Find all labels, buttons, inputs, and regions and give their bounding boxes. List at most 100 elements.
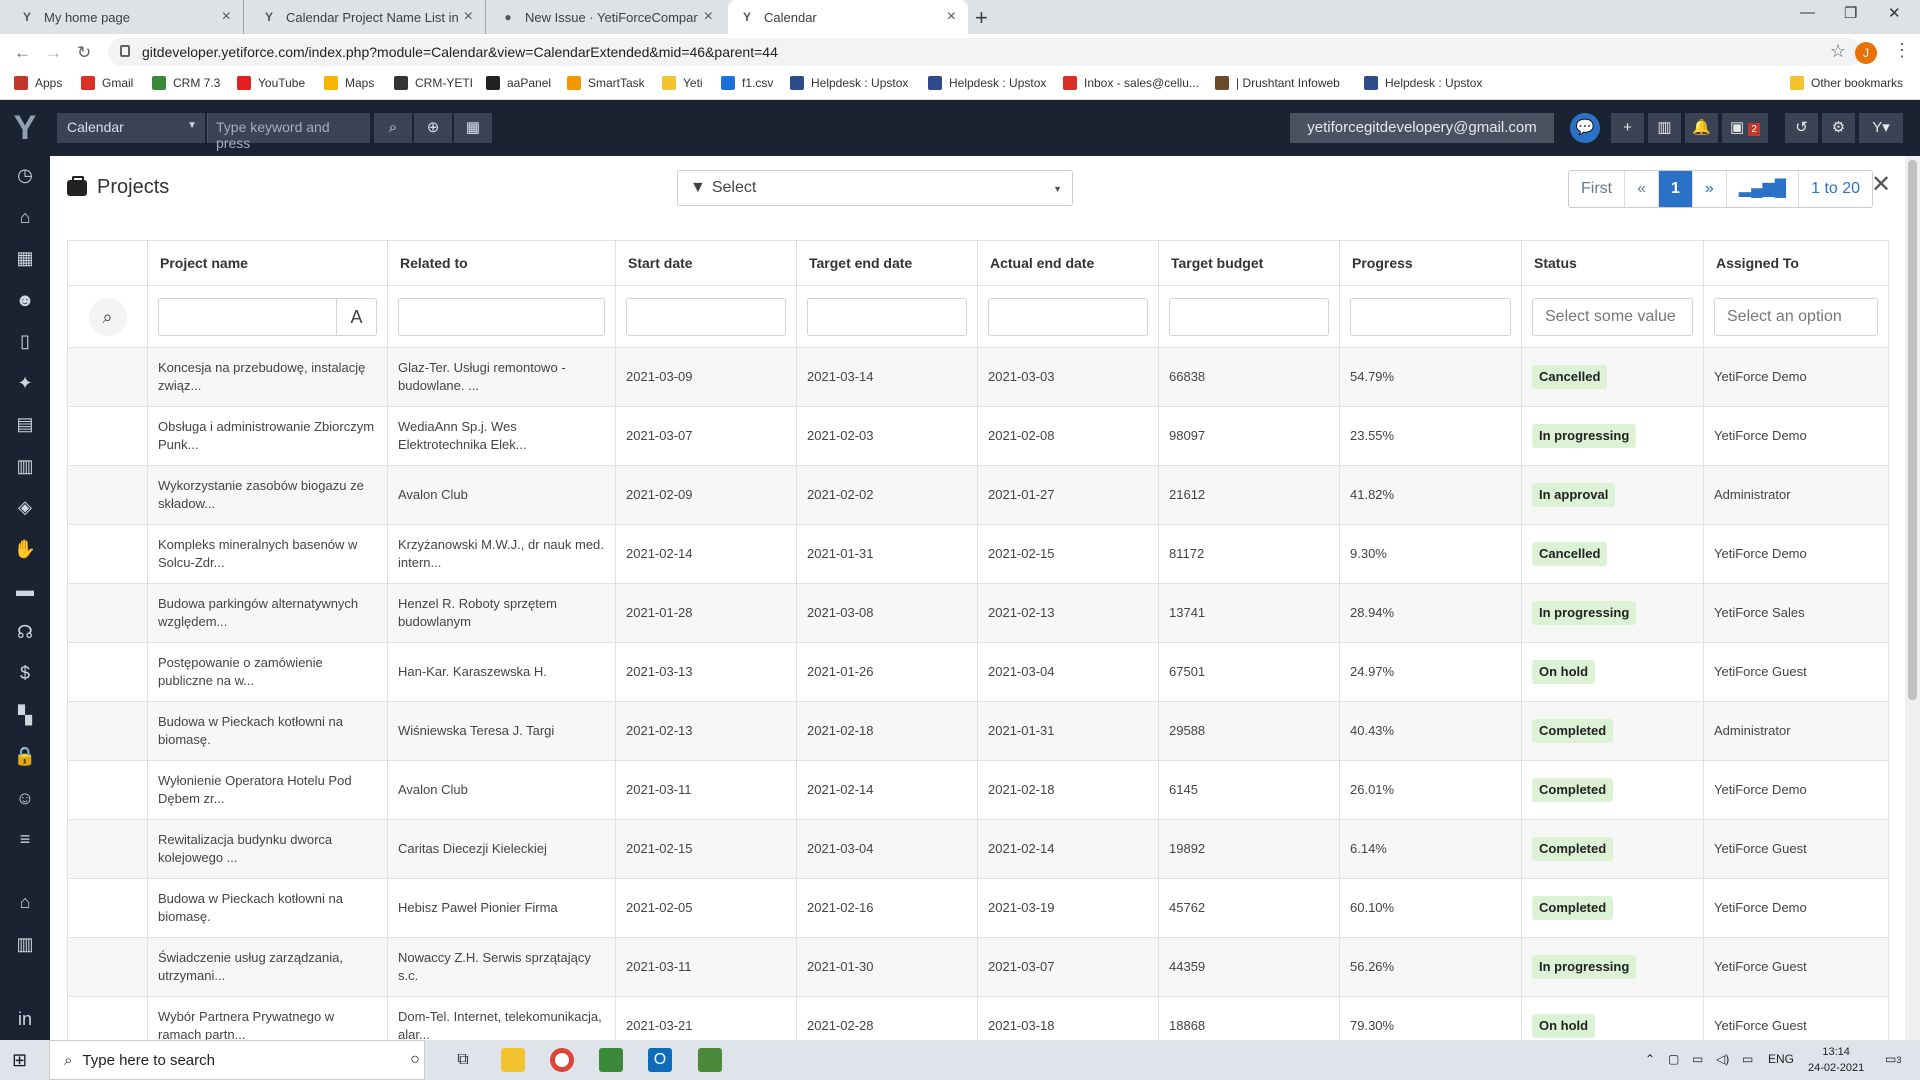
target-end-date-cell[interactable]: 2021-03-14 (796, 347, 978, 407)
progress-cell[interactable]: 9.30% (1339, 524, 1522, 584)
assigned-to-cell[interactable]: YetiForce Demo (1703, 524, 1889, 584)
status-cell[interactable]: On hold (1521, 642, 1704, 702)
actual-end-date-cell[interactable]: 2021-02-15 (977, 524, 1159, 584)
outlook-icon[interactable]: O (648, 1048, 672, 1072)
progress-cell[interactable]: 41.82% (1339, 465, 1522, 525)
notepad-icon[interactable] (599, 1048, 623, 1072)
close-tab-icon[interactable]: × (464, 8, 473, 26)
assigned-to-cell[interactable]: YetiForce Demo (1703, 406, 1889, 466)
project-name-filter[interactable]: A (158, 297, 377, 336)
calendar-icon[interactable]: ▦ (10, 245, 40, 271)
actual-end-date-cell[interactable]: 2021-03-19 (977, 878, 1159, 938)
first-page-button[interactable]: First (1569, 171, 1626, 207)
volume-icon[interactable]: ◁) (1716, 1052, 1729, 1066)
linkedin-icon[interactable]: in (10, 1006, 40, 1032)
header-related-to[interactable]: Related to (387, 240, 616, 286)
related-to-cell[interactable]: Henzel R. Roboty sprzętem budowlanym (387, 583, 616, 643)
actual-end-date-cell[interactable]: 2021-02-08 (977, 406, 1159, 466)
bookmark-drushtant[interactable]: | Drushtant Infoweb (1215, 76, 1340, 90)
target-end-date-cell[interactable]: 2021-02-18 (796, 701, 978, 761)
chrome-icon[interactable] (550, 1048, 574, 1072)
building-icon[interactable]: ▥ (10, 453, 40, 479)
bookmark-youtube[interactable]: YouTube (237, 76, 305, 90)
related-to-cell[interactable]: Glaz-Ter. Usługi remontowo - budowlane. … (387, 347, 616, 407)
related-to-cell[interactable]: Avalon Club (387, 760, 616, 820)
custom-view-filter[interactable]: ▼ Select ▼ (677, 170, 1073, 206)
table-row[interactable]: Budowa w Pieckach kotłowni na biomasę. He… (67, 878, 1889, 938)
assigned-filter[interactable]: Select an option (1714, 297, 1878, 336)
other-bookmarks[interactable]: Other bookmarks (1790, 76, 1903, 90)
hand-icon[interactable]: ✋ (10, 536, 40, 562)
target-end-date-cell[interactable]: 2021-02-16 (796, 878, 978, 938)
table-row[interactable]: Obsługa i administrowanie Zbiorczym Punk… (67, 406, 1889, 466)
project-name-cell[interactable]: Świadczenie usług zarządzania, utrzymani… (147, 937, 388, 997)
related-to-filter[interactable] (398, 297, 605, 336)
chat-button[interactable]: 💬 (1570, 113, 1600, 143)
start-date-cell[interactable]: 2021-02-09 (615, 465, 797, 525)
table-row[interactable]: Rewitalizacja budynku dworca kolejowego … (67, 819, 1889, 879)
profile-avatar[interactable]: J (1855, 42, 1877, 64)
target-budget-cell[interactable]: 81172 (1158, 524, 1340, 584)
status-cell[interactable]: In approval (1521, 465, 1704, 525)
status-cell[interactable]: Completed (1521, 878, 1704, 938)
quick-view-button[interactable]: ▦ (454, 113, 492, 143)
progress-cell[interactable]: 56.26% (1339, 937, 1522, 997)
progress-filter[interactable] (1350, 297, 1511, 336)
assigned-to-cell[interactable]: YetiForce Demo (1703, 878, 1889, 938)
browser-tab[interactable]: ●New Issue · YetiForceCompany/Y× (489, 0, 725, 34)
target-end-date-cell[interactable]: 2021-01-31 (796, 524, 978, 584)
table-row[interactable]: Koncesja na przebudowę, instalację związ… (67, 347, 1889, 407)
actual-end-date-cell[interactable]: 2021-01-27 (977, 465, 1159, 525)
target-budget-cell[interactable]: 19892 (1158, 819, 1340, 879)
reminders-button[interactable]: ▣ 2 (1722, 113, 1768, 143)
header-actual-end-date[interactable]: Actual end date (977, 240, 1159, 286)
status-cell[interactable]: Completed (1521, 701, 1704, 761)
assigned-to-cell[interactable]: YetiForce Demo (1703, 347, 1889, 407)
next-page-button[interactable]: » (1693, 171, 1727, 207)
assigned-to-cell[interactable]: YetiForce Sales (1703, 583, 1889, 643)
settings-button[interactable]: ⚙ (1822, 113, 1855, 143)
target-budget-cell[interactable]: 21612 (1158, 465, 1340, 525)
browser-tab[interactable]: Y My home page × (8, 0, 244, 34)
network-icon[interactable]: ▭ (1692, 1052, 1703, 1066)
bookmark-crm[interactable]: CRM 7.3 (152, 76, 220, 90)
start-date-filter[interactable] (626, 297, 786, 336)
header-status[interactable]: Status (1521, 240, 1704, 286)
assigned-to-cell[interactable]: Administrator (1703, 701, 1889, 761)
start-date-cell[interactable]: 2021-03-07 (615, 406, 797, 466)
related-to-cell[interactable]: Nowaccy Z.H. Serwis sprzątający s.c. (387, 937, 616, 997)
actual-end-date-cell[interactable]: 2021-03-03 (977, 347, 1159, 407)
target-budget-cell[interactable]: 44359 (1158, 937, 1340, 997)
close-tab-icon[interactable]: × (704, 8, 713, 26)
progress-cell[interactable]: 23.55% (1339, 406, 1522, 466)
actual-end-date-filter[interactable] (988, 297, 1148, 336)
actual-end-date-cell[interactable]: 2021-03-04 (977, 642, 1159, 702)
header-progress[interactable]: Progress (1339, 240, 1522, 286)
header-target-end-date[interactable]: Target end date (796, 240, 978, 286)
bookmark-star-icon[interactable]: ☆ (1830, 41, 1846, 62)
target-end-date-cell[interactable]: 2021-02-03 (796, 406, 978, 466)
headset-icon[interactable]: ☊ (10, 619, 40, 645)
header-start-date[interactable]: Start date (615, 240, 797, 286)
actual-end-date-cell[interactable]: 2021-02-14 (977, 819, 1159, 879)
bookmark-maps[interactable]: Maps (324, 76, 374, 90)
target-budget-cell[interactable]: 45762 (1158, 878, 1340, 938)
assigned-to-cell[interactable]: Administrator (1703, 465, 1889, 525)
file-explorer-icon[interactable] (501, 1048, 525, 1072)
target-budget-cell[interactable]: 6145 (1158, 760, 1340, 820)
start-date-cell[interactable]: 2021-03-11 (615, 760, 797, 820)
start-date-cell[interactable]: 2021-01-28 (615, 583, 797, 643)
factory-icon[interactable]: ▚ (10, 702, 40, 728)
project-name-cell[interactable]: Budowa w Pieckach kotłowni na biomasę. (147, 878, 388, 938)
progress-cell[interactable]: 28.94% (1339, 583, 1522, 643)
new-tab-button[interactable]: + (975, 5, 988, 31)
target-budget-cell[interactable]: 98097 (1158, 406, 1340, 466)
start-date-cell[interactable]: 2021-02-05 (615, 878, 797, 938)
project-name-cell[interactable]: Rewitalizacja budynku dworca kolejowego … (147, 819, 388, 879)
header-project-name[interactable]: Project name (147, 240, 388, 286)
bookmark-helpdesk[interactable]: Helpdesk : Upstox (1364, 76, 1482, 90)
table-row[interactable]: Budowa parkingów alternatywnych względem… (67, 583, 1889, 643)
total-count-button[interactable]: ▂▄▆█ (1727, 171, 1800, 207)
page-range[interactable]: 1 to 20 (1799, 171, 1872, 207)
project-name-cell[interactable]: Wykorzystanie zasobów biogazu ze składow… (147, 465, 388, 525)
